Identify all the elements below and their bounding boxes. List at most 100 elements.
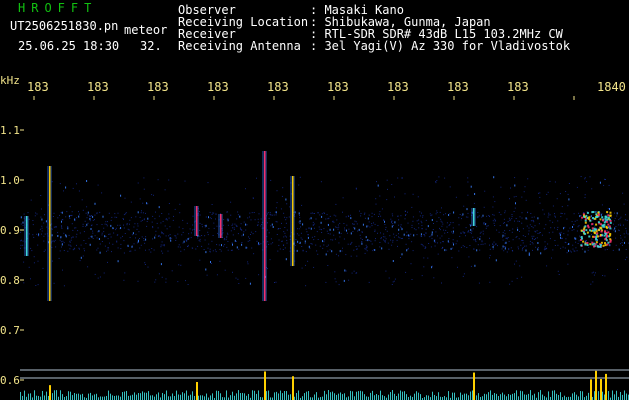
noise-speck [591, 238, 593, 240]
meteor-cluster-dot [607, 241, 610, 244]
strength-bar [60, 390, 61, 400]
noise-speck [482, 230, 484, 232]
noise-speck [493, 176, 495, 179]
noise-speck [423, 266, 425, 268]
noise-speck [412, 193, 414, 195]
noise-speck [413, 234, 415, 237]
noise-speck [504, 233, 506, 235]
noise-speck [373, 249, 375, 250]
noise-speck [507, 237, 509, 238]
noise-speck [441, 225, 443, 227]
noise-speck [526, 225, 528, 227]
noise-speck [567, 193, 569, 195]
noise-speck [245, 223, 247, 226]
strength-bar [276, 391, 277, 400]
noise-speck [370, 240, 372, 242]
noise-speck [233, 227, 235, 229]
noise-speck [619, 218, 621, 220]
noise-speck [198, 240, 200, 242]
noise-speck [339, 222, 341, 224]
noise-speck [301, 267, 303, 269]
noise-speck [247, 240, 249, 242]
noise-speck [205, 268, 207, 271]
noise-speck [213, 212, 215, 214]
noise-speck [79, 260, 81, 262]
noise-speck [624, 219, 626, 221]
noise-speck [275, 214, 277, 216]
noise-speck [199, 238, 201, 240]
noise-speck [568, 243, 570, 245]
noise-speck [447, 232, 449, 233]
strength-bar [218, 390, 219, 400]
noise-speck [159, 236, 161, 238]
noise-speck [439, 227, 440, 229]
noise-speck [473, 202, 475, 204]
meteor-cluster-dot [588, 235, 591, 238]
noise-speck [617, 269, 618, 270]
strength-bar [466, 393, 467, 400]
noise-speck [75, 236, 77, 238]
noise-speck [478, 215, 480, 217]
noise-speck [434, 241, 436, 243]
noise-speck [483, 222, 485, 223]
noise-speck [580, 219, 582, 221]
noise-speck [32, 234, 34, 236]
strength-bar [232, 391, 233, 400]
noise-speck [358, 245, 360, 247]
noise-speck [113, 232, 115, 234]
noise-speck [539, 196, 541, 198]
noise-speck [107, 238, 109, 240]
noise-speck [464, 246, 466, 248]
noise-speck [460, 232, 462, 234]
noise-speck [107, 221, 108, 223]
noise-speck [185, 239, 187, 241]
noise-speck [92, 238, 94, 239]
strength-bar [76, 393, 77, 400]
noise-speck [305, 251, 307, 253]
noise-speck [533, 235, 535, 237]
noise-speck [319, 228, 321, 230]
meteor-echo [220, 214, 222, 238]
noise-speck [537, 248, 539, 251]
noise-speck [482, 214, 484, 217]
noise-speck [536, 237, 538, 239]
noise-speck [201, 245, 203, 247]
noise-speck [96, 212, 98, 214]
noise-speck [112, 243, 114, 245]
noise-speck [285, 222, 287, 224]
y-tick-0-8: 0.8 [0, 274, 20, 287]
noise-speck [211, 204, 213, 205]
strength-bar [114, 395, 115, 400]
strength-bar [174, 396, 175, 400]
noise-speck [431, 233, 433, 236]
strength-bar [52, 393, 53, 400]
strength-bar [564, 395, 565, 400]
noise-speck [161, 276, 163, 278]
noise-speck [503, 250, 505, 252]
noise-speck [59, 250, 61, 252]
strength-bar [460, 392, 461, 400]
noise-speck [219, 260, 221, 262]
noise-speck [284, 232, 286, 234]
noise-speck [449, 224, 451, 225]
noise-speck [338, 226, 340, 228]
noise-speck [327, 233, 329, 234]
strength-bar [392, 390, 393, 400]
noise-speck [533, 216, 535, 218]
y-tick-1-1: 1.1 [0, 124, 20, 137]
noise-speck [278, 239, 280, 241]
noise-speck [537, 242, 539, 244]
noise-speck [101, 241, 103, 242]
strength-bar [534, 393, 535, 400]
noise-speck [400, 226, 401, 228]
strength-bar [572, 393, 573, 400]
noise-speck [79, 232, 81, 234]
noise-speck [157, 179, 159, 181]
noise-speck [258, 274, 260, 276]
noise-speck [430, 246, 432, 248]
strength-bar [244, 393, 245, 400]
noise-speck [208, 227, 210, 229]
noise-speck [257, 224, 259, 226]
noise-speck [391, 220, 393, 222]
noise-speck [257, 221, 259, 223]
